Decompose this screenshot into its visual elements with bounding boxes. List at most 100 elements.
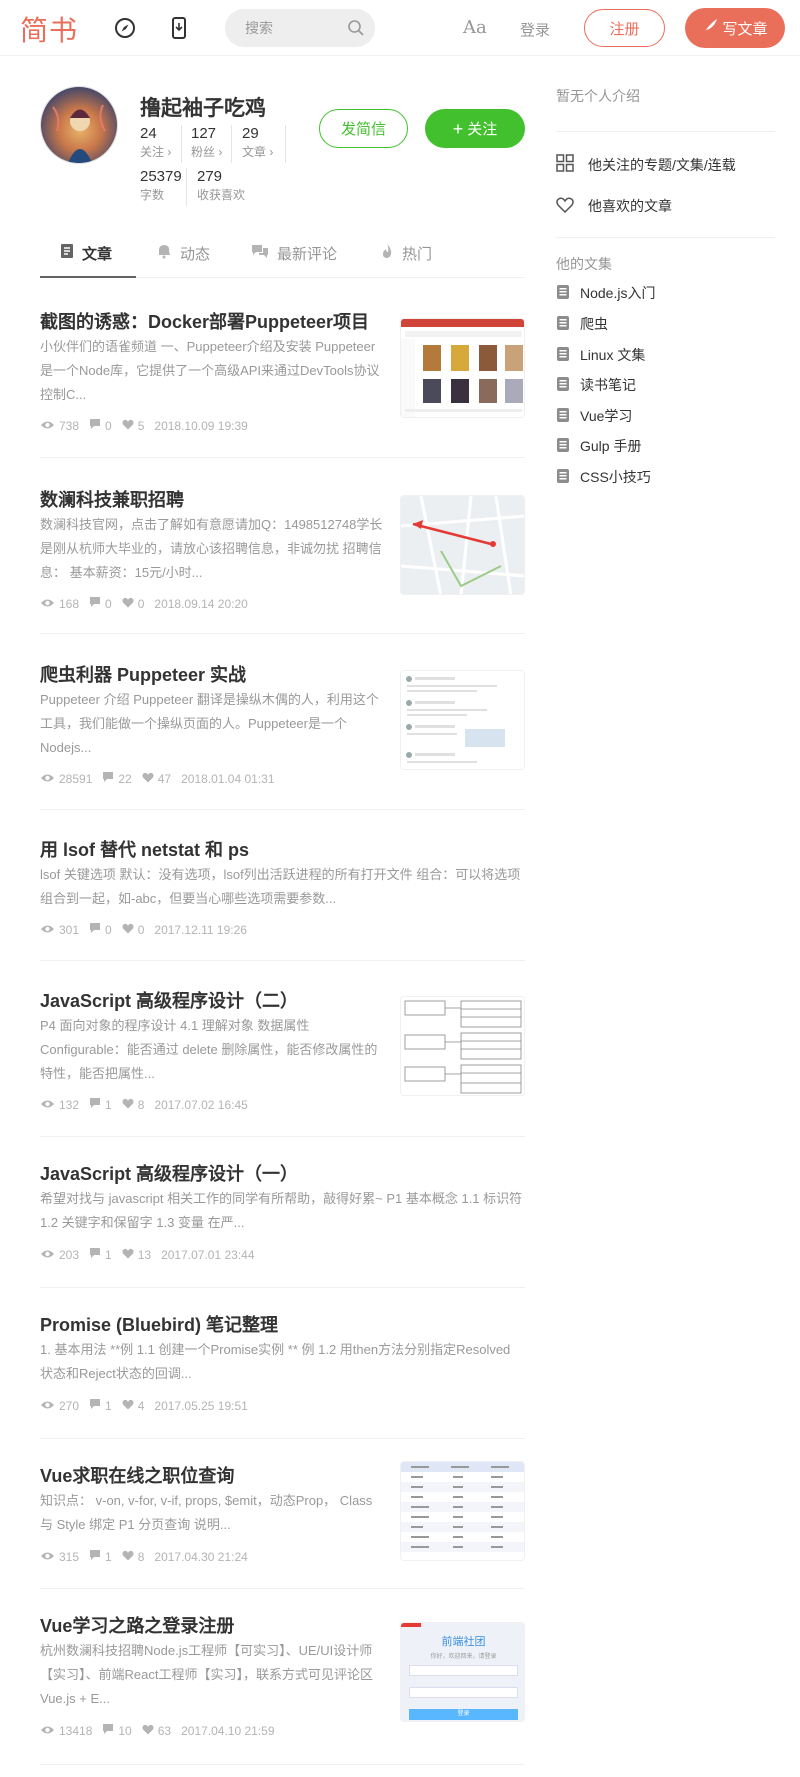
tab-articles-label: 文章 [82,246,113,263]
article-date: 2017.07.01 23:44 [161,1247,255,1262]
views-stat[interactable]: 301 [40,923,79,937]
articles-stat[interactable]: 29 文章 › [242,125,273,160]
article-abstract: 希望对找与 javascript 相关工作的同学有所帮助，敲得好累~ P1 基本… [40,1191,523,1230]
follow-button[interactable]: + 关注 [425,109,525,148]
article-meta: 301 0 0 2017.12.11 19:26 [40,922,247,937]
notebook-label: CSS小技巧 [580,469,651,485]
stat-divider [231,125,232,163]
stat-divider [285,125,286,163]
views-stat[interactable]: 203 [40,1248,79,1262]
diagram-thumbnail[interactable] [400,996,525,1096]
notebook-item[interactable]: Node.js入门 [556,283,655,303]
notebook-item[interactable]: Gulp 手册 [556,436,641,456]
views-stat[interactable]: 168 [40,597,79,611]
heart-icon [122,1399,134,1413]
article-date: 2017.05.25 19:51 [154,1398,248,1413]
article-title[interactable]: Promise (Bluebird) 笔记整理 [40,1311,278,1337]
comments-stat[interactable]: 10 [102,1723,132,1738]
tab-articles[interactable]: 文章 [40,231,136,278]
heart-icon [122,923,134,937]
tab-hot[interactable]: 热门 [380,231,432,278]
article-item: 数澜科技兼职招聘 数澜科技官网，点击了解如有意愿请加Q：1498512748学长… [40,458,525,634]
article-title[interactable]: 截图的诱惑：Docker部署Puppeteer项目 [40,308,369,334]
signup-button[interactable]: 注册 [584,9,665,47]
comments-stat[interactable]: 0 [89,596,112,611]
comments-stat[interactable]: 0 [89,922,112,937]
login-form-thumbnail[interactable]: 前端社团 你好，欢迎回来，请登录 登录 [400,1622,525,1722]
site-logo[interactable]: 简书 [20,9,78,49]
comments-stat[interactable]: 1 [89,1549,112,1564]
follow-label: 关注 [467,121,498,138]
article-title[interactable]: Vue学习之路之登录注册 [40,1612,234,1638]
views-stat[interactable]: 270 [40,1399,79,1413]
followed-collections-link[interactable]: 他关注的专题/文集/连载 [556,154,736,175]
plus-icon: + [452,118,464,139]
notebook-icon [556,376,570,395]
article-meta: 168 0 0 2018.09.14 20:20 [40,596,248,611]
login-link[interactable]: 登录 [520,19,550,40]
feed-thumbnail[interactable] [400,670,525,770]
notebook-icon [556,468,570,487]
notebook-item[interactable]: Vue学习 [556,406,632,426]
thumb-login-subtitle: 你好，欢迎回来，请登录 [430,1654,497,1660]
heart-icon [122,1550,134,1564]
screenshot-thumbnail[interactable] [400,318,525,418]
followers-stat[interactable]: 127 粉丝 › [191,125,222,160]
views-stat[interactable]: 28591 [40,772,92,786]
notebook-item[interactable]: CSS小技巧 [556,467,651,487]
following-count: 24 [140,125,157,142]
tab-latest-comments[interactable]: 最新评论 [251,231,337,278]
comments-stat[interactable]: 1 [89,1247,112,1262]
articles-count: 29 [242,125,259,142]
article-title[interactable]: 数澜科技兼职招聘 [40,486,184,512]
likes-stat: 4 [122,1399,144,1413]
tab-hot-label: 热门 [402,246,433,263]
font-size-toggle[interactable]: Aa [463,17,487,38]
views-stat[interactable]: 315 [40,1550,79,1564]
sidebar-divider [556,131,775,132]
comments-stat[interactable]: 22 [102,771,132,786]
article-abstract: lsof 关键选项 默认：没有选项，lsof列出活跃进程的所有打开文件 组合：可… [40,867,521,906]
comments-stat[interactable]: 1 [89,1097,112,1112]
article-abstract: 知识点： v-on, v-for, v-if, props, $emit，动态P… [40,1493,373,1532]
stat-divider [181,125,182,163]
tab-activity[interactable]: 动态 [156,231,210,278]
article-title[interactable]: Vue求职在线之职位查询 [40,1462,234,1488]
notebook-item[interactable]: 读书笔记 [556,375,636,395]
mobile-app-icon[interactable] [167,16,191,40]
notebook-item[interactable]: Linux 文集 [556,345,645,365]
compass-icon[interactable] [113,16,137,40]
article-title[interactable]: 用 lsof 替代 netstat 和 ps [40,836,249,862]
article-meta: 203 1 13 2017.07.01 23:44 [40,1247,255,1262]
search-icon[interactable] [347,19,365,42]
likes-stat: 13 [122,1248,151,1262]
notebook-icon [556,346,570,365]
article-date: 2018.10.09 19:39 [154,418,248,433]
eye-icon [40,923,55,937]
table-thumbnail[interactable] [400,1461,525,1561]
article-title[interactable]: JavaScript 高级程序设计（一） [40,1160,298,1186]
article-date: 2017.04.30 21:24 [154,1549,248,1564]
send-message-button[interactable]: 发简信 [319,109,408,148]
liked-articles-link[interactable]: 他喜欢的文章 [556,196,672,216]
article-abstract: 杭州数澜科技招聘Node.js工程师【可实习】、UE/UI设计师 【实习】、前端R… [40,1643,373,1706]
heart-icon [122,1098,134,1112]
notebook-item[interactable]: 爬虫 [556,314,608,334]
likes-received-count: 279 [197,168,223,185]
following-stat[interactable]: 24 关注 › [140,125,171,160]
comments-stat[interactable]: 0 [89,418,112,433]
article-meta: 132 1 8 2017.07.02 16:45 [40,1097,248,1112]
article-title[interactable]: 爬虫利器 Puppeteer 实战 [40,661,246,687]
article-title[interactable]: JavaScript 高级程序设计（二） [40,987,298,1013]
views-stat[interactable]: 13418 [40,1724,92,1738]
views-stat[interactable]: 132 [40,1098,79,1112]
write-article-button[interactable]: 写文章 [685,8,785,48]
likes-stat: 47 [142,772,171,786]
article-item: Vue求职在线之职位查询 知识点： v-on, v-for, v-if, pro… [40,1439,525,1589]
views-stat[interactable]: 738 [40,419,79,433]
map-thumbnail[interactable] [400,495,525,595]
comment-icon [89,1549,101,1564]
comments-stat[interactable]: 1 [89,1398,112,1413]
followers-label: 粉丝 › [191,145,223,159]
profile-username: 撸起袖子吃鸡 [140,97,266,120]
